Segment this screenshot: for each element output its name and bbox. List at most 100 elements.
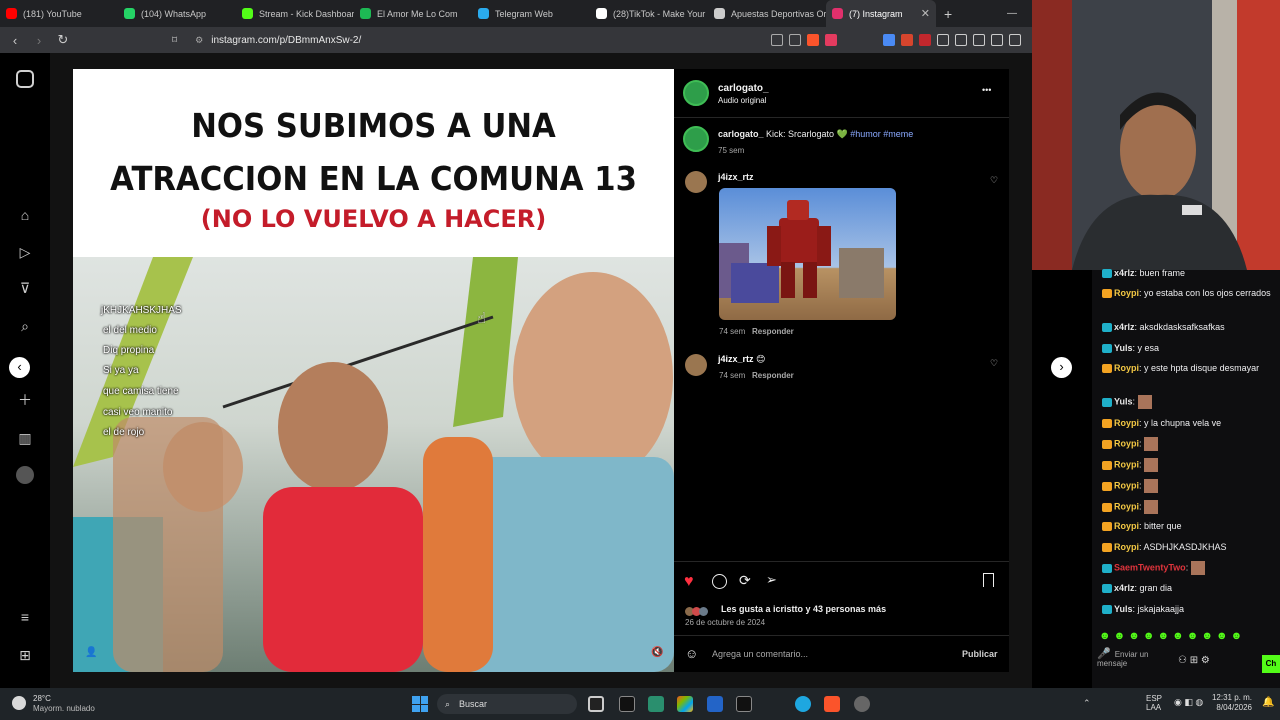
store-icon[interactable] <box>707 696 723 712</box>
reels-icon[interactable]: ▷ <box>16 243 34 261</box>
bookmark-icon[interactable]: ⌑ <box>172 35 177 46</box>
author-username[interactable]: carlogato_ <box>718 83 769 94</box>
save-icon[interactable] <box>983 573 994 587</box>
windows-start-icon[interactable] <box>412 696 428 712</box>
comment-username[interactable]: j4izx_rtz <box>718 354 754 364</box>
user-tag-icon[interactable]: 👤 <box>85 647 97 658</box>
weather-icon[interactable] <box>12 696 26 710</box>
next-post-button[interactable]: › <box>1051 357 1072 378</box>
search-icon[interactable]: ⌕ <box>16 317 34 335</box>
comment-input[interactable]: Agrega un comentario... <box>712 649 932 663</box>
sidebar-icon[interactable] <box>991 34 1003 46</box>
home-icon[interactable]: ⌂ <box>16 206 34 224</box>
browser-tab[interactable]: Apuestas Deportivas Or <box>708 0 826 27</box>
caption-username[interactable]: carlogato_ <box>718 129 764 139</box>
chat-send-button[interactable]: Ch <box>1262 655 1280 673</box>
reload-icon[interactable]: ↻ <box>54 32 72 48</box>
chat-username[interactable]: SaemTwentyTwo <box>1114 562 1186 572</box>
caption-hashtags[interactable]: #humor #meme <box>850 129 913 139</box>
notifications-icon[interactable]: 🔔 <box>1262 697 1274 708</box>
menu-icon[interactable]: ≡ <box>16 608 34 626</box>
brave-shield-icon[interactable] <box>807 34 819 46</box>
profile-avatar[interactable] <box>16 466 34 484</box>
chat-username[interactable]: Roypi <box>1114 459 1139 469</box>
explore-icon[interactable]: ⊽ <box>16 279 34 297</box>
commenter-avatar[interactable] <box>685 171 707 193</box>
new-tab-button[interactable]: + <box>944 6 952 22</box>
audio-label[interactable]: Audio original <box>718 96 766 105</box>
tray-icons[interactable]: ◉ ◧ ◍ <box>1174 697 1203 708</box>
site-settings-icon[interactable]: ⚙ <box>195 35 203 46</box>
chat-username[interactable]: x4rlz <box>1114 322 1135 332</box>
previous-post-button[interactable]: ‹ <box>9 357 30 378</box>
language-indicator[interactable]: ESP LAA <box>1146 694 1162 712</box>
apps-icon[interactable]: ⊞ <box>16 646 34 664</box>
emoji-icon[interactable]: ☺ <box>685 646 698 661</box>
install-icon[interactable] <box>771 34 783 46</box>
edge-icon[interactable] <box>795 696 811 712</box>
chat-username[interactable]: Roypi <box>1114 521 1139 531</box>
post-video[interactable]: NOS SUBIMOS A UNA ATRACCION EN LA COMUNA… <box>73 69 674 672</box>
puzzle-icon[interactable] <box>937 34 949 46</box>
tray-overflow-icon[interactable]: ⌃ <box>1083 698 1091 709</box>
weather-desc[interactable]: Mayorm. nublado <box>33 704 95 713</box>
reply-button[interactable]: Responder <box>752 327 794 336</box>
comment-icon[interactable] <box>712 574 727 589</box>
chat-username[interactable]: Roypi <box>1114 418 1139 428</box>
reply-button[interactable]: Responder <box>752 371 794 380</box>
commenter-avatar[interactable] <box>685 354 707 376</box>
url-field[interactable]: ⌑ ⚙ instagram.com/p/DBmmAnxSw-2/ <box>172 30 768 50</box>
back-button[interactable]: ‹ <box>6 33 24 48</box>
mute-icon[interactable]: 🔇 <box>651 647 663 658</box>
taskbar-search[interactable]: ⌕ Buscar <box>437 694 577 714</box>
chat-username[interactable]: Roypi <box>1114 501 1139 511</box>
instagram-logo-icon[interactable] <box>16 70 34 88</box>
comment-username[interactable]: j4izx_rtz <box>718 172 754 182</box>
brave-icon[interactable] <box>824 696 840 712</box>
browser-tab[interactable]: Telegram Web <box>472 0 590 27</box>
weather-temp[interactable]: 28°C <box>33 694 51 703</box>
forward-button[interactable]: › <box>30 33 48 48</box>
chat-username[interactable]: Yuls <box>1114 604 1133 614</box>
task-view-icon[interactable] <box>588 696 604 712</box>
comment-like-icon[interactable]: ♡ <box>990 358 998 369</box>
chat-username[interactable]: Roypi <box>1114 363 1139 373</box>
share-icon[interactable]: ➢ <box>766 572 777 588</box>
chat-username[interactable]: Roypi <box>1114 480 1139 490</box>
browser-tab[interactable]: (7) Instagram ✕ <box>826 0 936 27</box>
translate-icon[interactable] <box>883 34 895 46</box>
chat-username[interactable]: Roypi <box>1114 438 1139 448</box>
comment-gif[interactable] <box>719 188 896 320</box>
dashboard-icon[interactable]: ▥ <box>16 429 34 447</box>
repost-icon[interactable]: ⟳ <box>739 572 751 589</box>
app-icon[interactable] <box>854 696 870 712</box>
copilot-icon[interactable] <box>677 696 693 712</box>
chat-username[interactable]: Yuls <box>1114 343 1133 353</box>
app-icon[interactable] <box>619 696 635 712</box>
comment-like-icon[interactable]: ♡ <box>990 175 998 186</box>
close-tab-icon[interactable]: ✕ <box>921 7 930 20</box>
chat-options-icon[interactable]: ⚇ ⊞ ⚙ <box>1178 655 1210 666</box>
wallet-icon[interactable] <box>1009 34 1021 46</box>
chat-username[interactable]: Roypi <box>1114 288 1139 298</box>
browser-tab[interactable]: (181) YouTube <box>0 0 118 27</box>
likes-text[interactable]: Les gusta a icristto y 43 personas más <box>721 604 886 614</box>
browser-tab[interactable]: Stream - Kick Dashboar <box>236 0 354 27</box>
media-icon[interactable] <box>973 34 985 46</box>
clock[interactable]: 12:31 p. m. 8/04/2026 <box>1210 693 1252 713</box>
browser-tab[interactable]: (28)TikTok - Make Your <box>590 0 708 27</box>
chat-username[interactable]: x4rlz <box>1114 583 1135 593</box>
chat-username[interactable]: Yuls <box>1114 396 1133 406</box>
chat-input[interactable]: 🎤 Enviar un mensaje <box>1097 649 1167 680</box>
extension-icon[interactable] <box>955 34 967 46</box>
terminal-icon[interactable] <box>736 696 752 712</box>
minimize-button[interactable]: — <box>992 0 1032 27</box>
browser-tab[interactable]: El Amor Me Lo Com <box>354 0 472 27</box>
like-icon[interactable]: ♥ <box>684 573 694 591</box>
author-avatar[interactable] <box>683 80 709 106</box>
browser-tab[interactable]: (104) WhatsApp <box>118 0 236 27</box>
create-icon[interactable]: ＋ <box>16 391 34 409</box>
chat-username[interactable]: x4rlz <box>1114 268 1135 278</box>
publish-button[interactable]: Publicar <box>962 649 998 659</box>
extension-icon[interactable] <box>919 34 931 46</box>
